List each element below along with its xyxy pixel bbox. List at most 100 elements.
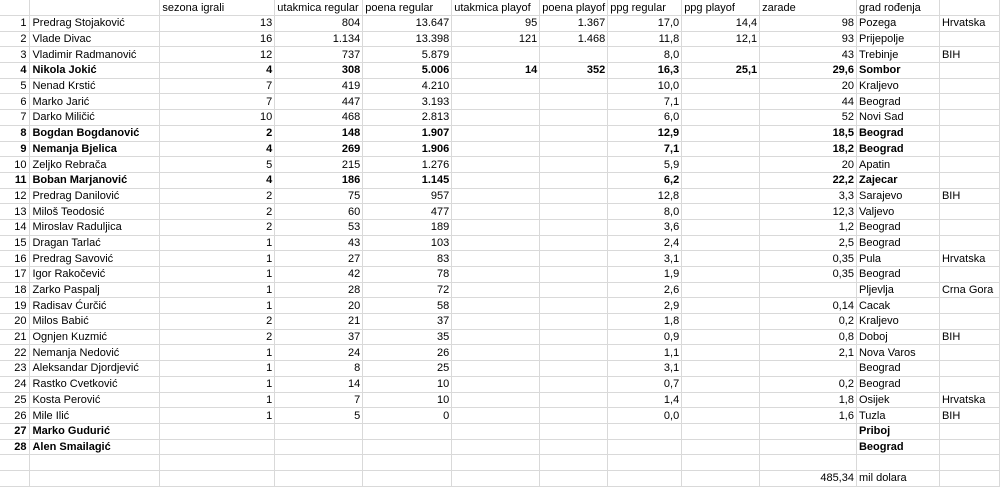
empty-cell[interactable] [939, 470, 1000, 487]
playoff-points-cell[interactable] [539, 344, 609, 362]
empty-cell[interactable] [0, 470, 31, 487]
seasons-played-cell[interactable]: 2 [159, 188, 276, 205]
earnings-cell[interactable]: 22,2 [759, 172, 857, 189]
playoff-games-cell[interactable] [451, 125, 541, 142]
seasons-played-cell[interactable]: 2 [159, 313, 276, 330]
player-name-cell[interactable]: Darko Miličić [29, 109, 161, 126]
playoff-games-cell[interactable] [451, 392, 541, 409]
empty-cell[interactable] [159, 470, 276, 487]
regular-points-cell[interactable]: 13.398 [362, 31, 453, 48]
regular-points-cell[interactable]: 26 [362, 344, 453, 362]
playoff-games-cell[interactable] [451, 423, 541, 440]
birth-city-cell[interactable]: Beograd [856, 141, 940, 158]
player-name-cell[interactable]: Milos Babić [29, 313, 161, 330]
seasons-played-cell[interactable]: 7 [159, 93, 276, 111]
country-cell[interactable] [939, 125, 1000, 142]
playoff-games-cell[interactable] [451, 313, 541, 330]
row-number-cell[interactable]: 5 [0, 78, 31, 95]
ppg-regular-cell[interactable]: 1,8 [607, 313, 683, 330]
ppg-playoff-cell[interactable] [681, 376, 761, 393]
playoff-points-cell[interactable] [539, 93, 609, 111]
playoff-games-cell[interactable] [451, 219, 541, 236]
ppg-playoff-cell[interactable] [681, 282, 761, 299]
birth-city-cell[interactable]: Sombor [856, 62, 940, 79]
birth-city-cell[interactable]: Trebinje [856, 46, 940, 64]
seasons-played-cell[interactable]: 13 [159, 15, 276, 32]
playoff-points-cell[interactable] [539, 423, 609, 440]
header-cell-ppg-playoff[interactable]: ppg playof [681, 0, 761, 16]
playoff-games-cell[interactable]: 95 [451, 15, 541, 32]
ppg-regular-cell[interactable]: 0,7 [607, 376, 683, 393]
country-cell[interactable] [939, 156, 1000, 173]
player-name-cell[interactable]: Igor Rakočević [29, 266, 161, 283]
playoff-points-cell[interactable] [539, 141, 609, 158]
birth-city-cell[interactable]: Pula [856, 250, 940, 267]
row-number-cell[interactable]: 18 [0, 282, 31, 299]
ppg-regular-cell[interactable]: 0,9 [607, 329, 683, 346]
regular-points-cell[interactable]: 10 [362, 376, 453, 393]
seasons-played-cell[interactable]: 2 [159, 125, 276, 142]
empty-cell[interactable] [607, 470, 683, 487]
playoff-games-cell[interactable] [451, 141, 541, 158]
player-name-cell[interactable]: Dragan Tarlać [29, 235, 161, 252]
regular-points-cell[interactable]: 1.145 [362, 172, 453, 189]
player-name-cell[interactable]: Zeljko Rebrača [29, 156, 161, 173]
player-name-cell[interactable]: Predrag Stojaković [29, 15, 161, 32]
row-number-cell[interactable]: 20 [0, 313, 31, 330]
ppg-regular-cell[interactable]: 8,0 [607, 46, 683, 64]
ppg-regular-cell[interactable]: 2,4 [607, 235, 683, 252]
playoff-games-cell[interactable] [451, 46, 541, 64]
playoff-points-cell[interactable] [539, 297, 609, 315]
ppg-playoff-cell[interactable] [681, 109, 761, 126]
earnings-cell[interactable]: 1,2 [759, 219, 857, 236]
seasons-played-cell[interactable]: 1 [159, 360, 276, 377]
playoff-points-cell[interactable] [539, 439, 609, 456]
regular-points-cell[interactable]: 1.906 [362, 141, 453, 158]
seasons-played-cell[interactable]: 4 [159, 141, 276, 158]
earnings-cell[interactable]: 3,3 [759, 188, 857, 205]
ppg-playoff-cell[interactable] [681, 235, 761, 252]
earnings-cell[interactable] [759, 439, 857, 456]
birth-city-cell[interactable]: Zajecar [856, 172, 940, 189]
regular-games-cell[interactable]: 308 [274, 62, 364, 79]
playoff-games-cell[interactable] [451, 439, 541, 456]
regular-games-cell[interactable]: 43 [274, 235, 364, 252]
regular-games-cell[interactable]: 215 [274, 156, 364, 173]
regular-points-cell[interactable]: 78 [362, 266, 453, 283]
playoff-games-cell[interactable] [451, 235, 541, 252]
playoff-games-cell[interactable] [451, 266, 541, 283]
earnings-cell[interactable]: 0,8 [759, 329, 857, 346]
empty-cell[interactable] [159, 454, 276, 471]
playoff-points-cell[interactable] [539, 376, 609, 393]
seasons-played-cell[interactable]: 2 [159, 203, 276, 220]
regular-points-cell[interactable]: 35 [362, 329, 453, 346]
ppg-playoff-cell[interactable] [681, 141, 761, 158]
ppg-regular-cell[interactable]: 1,1 [607, 344, 683, 362]
ppg-regular-cell[interactable]: 7,1 [607, 141, 683, 158]
seasons-played-cell[interactable]: 1 [159, 297, 276, 315]
empty-cell[interactable] [607, 454, 683, 471]
ppg-regular-cell[interactable]: 0,0 [607, 407, 683, 424]
player-name-cell[interactable]: Bogdan Bogdanović [29, 125, 161, 142]
playoff-points-cell[interactable] [539, 266, 609, 283]
regular-games-cell[interactable]: 468 [274, 109, 364, 126]
earnings-cell[interactable]: 18,5 [759, 125, 857, 142]
regular-points-cell[interactable]: 37 [362, 313, 453, 330]
regular-games-cell[interactable]: 53 [274, 219, 364, 236]
playoff-games-cell[interactable] [451, 360, 541, 377]
earnings-cell[interactable] [759, 282, 857, 299]
player-name-cell[interactable]: Predrag Danilović [29, 188, 161, 205]
ppg-playoff-cell[interactable] [681, 46, 761, 64]
player-name-cell[interactable]: Predrag Savović [29, 250, 161, 267]
country-cell[interactable] [939, 344, 1000, 362]
regular-points-cell[interactable]: 1.907 [362, 125, 453, 142]
row-number-cell[interactable]: 14 [0, 219, 31, 236]
playoff-points-cell[interactable] [539, 203, 609, 220]
playoff-games-cell[interactable]: 121 [451, 31, 541, 48]
regular-points-cell[interactable]: 3.193 [362, 93, 453, 111]
ppg-regular-cell[interactable]: 3,1 [607, 360, 683, 377]
regular-games-cell[interactable]: 60 [274, 203, 364, 220]
birth-city-cell[interactable]: Apatin [856, 156, 940, 173]
row-number-cell[interactable]: 8 [0, 125, 31, 142]
playoff-games-cell[interactable] [451, 156, 541, 173]
